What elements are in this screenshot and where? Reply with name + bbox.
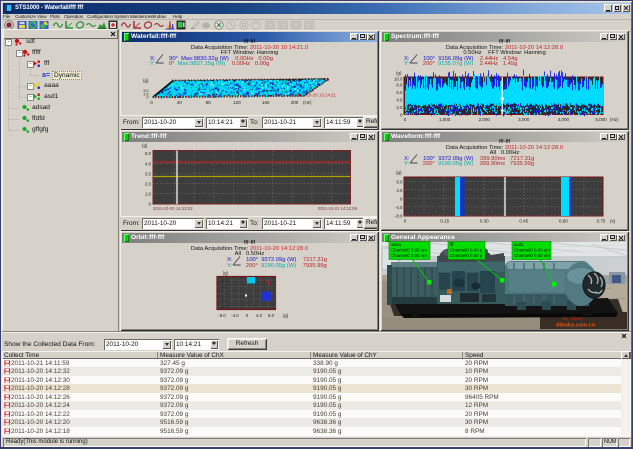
- svg-text:0: 0: [246, 313, 249, 318]
- svg-text:Channel0 0.00 um: Channel0 0.00 um: [514, 248, 550, 253]
- svg-text:dtbaka.com.cn: dtbaka.com.cn: [556, 323, 596, 329]
- svg-text:18 310m›: 18 310m›: [562, 316, 584, 321]
- svg-text:Channel0 0.00 um: Channel0 0.00 um: [391, 248, 427, 253]
- svg-text:Channel0 0.00 g: Channel0 0.00 g: [450, 253, 483, 258]
- svg-text:4.0: 4.0: [222, 285, 229, 290]
- svg-text:(g): (g): [223, 271, 229, 276]
- svg-text:Channel0 0.00 g: Channel0 0.00 g: [450, 248, 483, 253]
- svg-text:(g): (g): [283, 313, 289, 318]
- svg-text:Channel0 0.00 um: Channel0 0.00 um: [391, 253, 427, 258]
- svg-text:-4.0: -4.0: [220, 298, 228, 303]
- svg-text:-8.0: -8.0: [220, 304, 228, 309]
- svg-text:-4.0: -4.0: [231, 313, 239, 318]
- svg-text:8.0: 8.0: [222, 278, 229, 283]
- svg-text:-8.0: -8.0: [218, 313, 226, 318]
- svg-text:8.0: 8.0: [268, 313, 275, 318]
- svg-text:asd1: asd1: [514, 242, 524, 247]
- svg-text:Channel0 0.00 um: Channel0 0.00 um: [514, 253, 550, 258]
- svg-text:4.0: 4.0: [256, 313, 263, 318]
- svg-text:aaaa: aaaa: [391, 242, 401, 247]
